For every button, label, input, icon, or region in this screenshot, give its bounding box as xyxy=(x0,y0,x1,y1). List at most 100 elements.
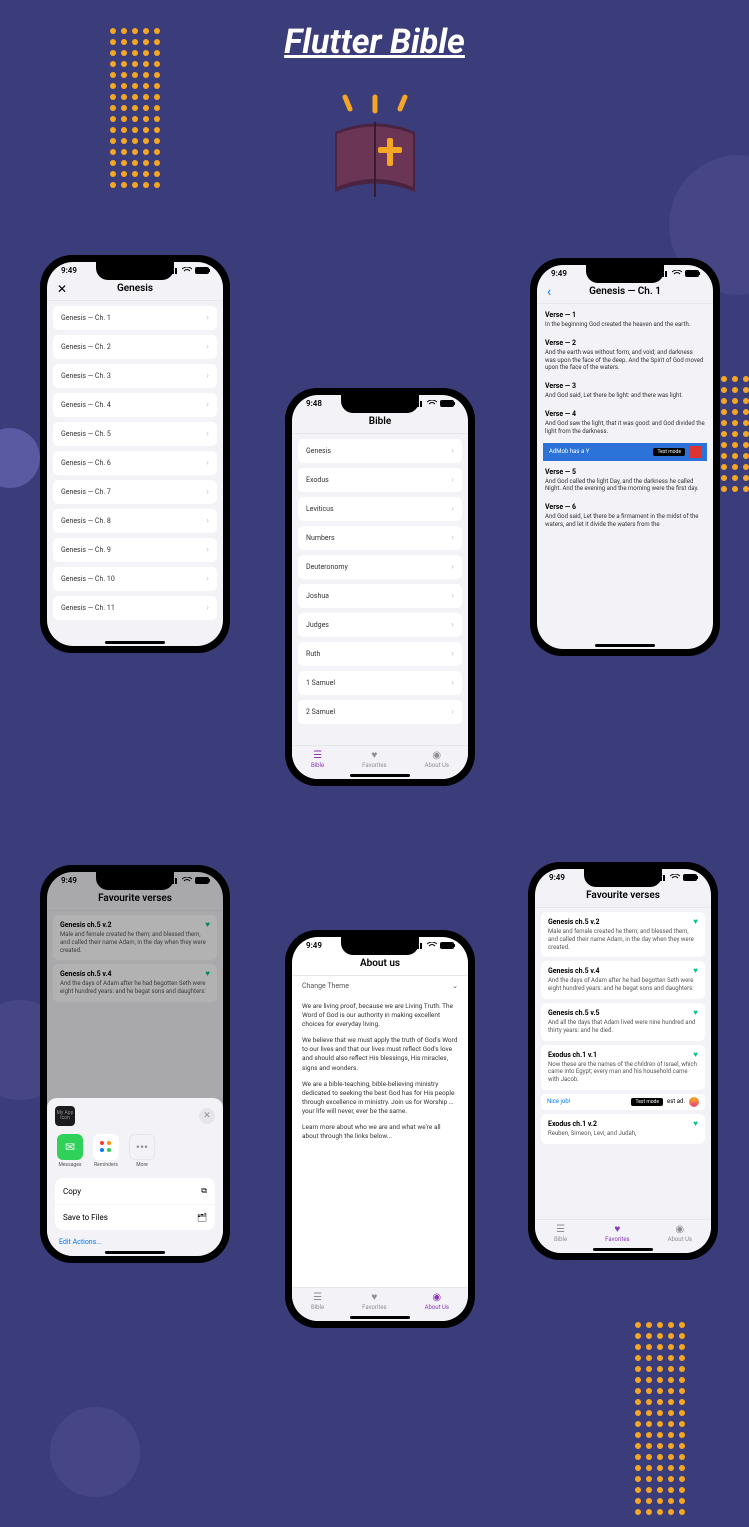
chevron-right-icon: › xyxy=(206,603,209,613)
favourite-verse[interactable]: Genesis ch.5 v.4And the days of Adam aft… xyxy=(541,961,705,999)
verse-text: And the days of Adam after he had begott… xyxy=(548,977,698,993)
chapter-row[interactable]: Genesis — Ch. 2› xyxy=(53,335,217,359)
tab-bible[interactable]: ☰Bible xyxy=(311,750,324,769)
chevron-right-icon: › xyxy=(206,458,209,468)
verse-item[interactable]: Verse — 2And the earth was without form,… xyxy=(543,336,707,375)
book-label: 2 Samuel xyxy=(306,708,335,716)
verse-item[interactable]: Verse — 5And God called the light Day, a… xyxy=(543,465,707,497)
chapter-row[interactable]: Genesis — Ch. 7› xyxy=(53,480,217,504)
verse-text: Male and female created he them; and ble… xyxy=(548,928,698,951)
favourite-verse[interactable]: Exodus ch.1 v.2Reuben, Simeon, Levi, and… xyxy=(541,1114,705,1144)
change-theme-row[interactable]: Change Theme ⌄ xyxy=(292,976,468,996)
chevron-right-icon: › xyxy=(451,707,454,717)
about-paragraph: We believe that we must apply the truth … xyxy=(302,1036,458,1072)
nav-title: About us xyxy=(360,958,400,969)
dots-decoration xyxy=(635,1322,685,1515)
about-paragraph: We are a bible-teaching, bible-believing… xyxy=(302,1080,458,1116)
book-label: Deuteronomy xyxy=(306,563,348,571)
chapter-row[interactable]: Genesis — Ch. 8› xyxy=(53,509,217,533)
favourite-verse[interactable]: Exodus ch.1 v.1Now these are the names o… xyxy=(541,1045,705,1090)
chapter-label: Genesis — Ch. 7 xyxy=(61,488,111,496)
tab-favorites[interactable]: ♥Favorites xyxy=(605,1224,629,1243)
book-label: Judges xyxy=(306,621,329,629)
book-row[interactable]: Deuteronomy› xyxy=(298,555,462,579)
chapter-row[interactable]: Genesis — Ch. 3 › xyxy=(53,364,217,388)
book-row[interactable]: Ruth › xyxy=(298,642,462,666)
verse-item[interactable]: Verse — 1In the beginning God created th… xyxy=(543,308,707,332)
chevron-right-icon: › xyxy=(206,545,209,555)
chevron-right-icon: › xyxy=(451,649,454,659)
back-icon[interactable]: ‹ xyxy=(547,284,551,300)
messages-icon: ✉ xyxy=(57,1134,83,1160)
share-app-messages[interactable]: ✉Messages xyxy=(57,1134,83,1168)
book-row[interactable]: 2 Samuel › xyxy=(298,700,462,724)
compass-icon: ◉ xyxy=(675,1224,684,1235)
chevron-right-icon: › xyxy=(206,313,209,323)
chapter-row[interactable]: Genesis — Ch. 5› xyxy=(53,422,217,446)
verse-text: And God said, Let there be a firmament i… xyxy=(545,513,705,529)
chapter-label: Genesis — Ch. 3 xyxy=(61,372,111,380)
chevron-right-icon: › xyxy=(206,400,209,410)
heart-icon[interactable]: ♥ xyxy=(693,966,698,975)
dots-decoration xyxy=(110,28,160,188)
close-icon[interactable]: ✕ xyxy=(199,1108,215,1124)
tab-about[interactable]: ◉About Us xyxy=(425,750,449,769)
verse-title: Verse — 3 xyxy=(545,382,705,390)
share-action-copy[interactable]: Copy⧉ xyxy=(55,1178,215,1205)
chapter-row[interactable]: Genesis — Ch. 6› xyxy=(53,451,217,475)
ad-banner[interactable]: AdMob has a YTest mode xyxy=(543,443,707,461)
chapter-label: Genesis — Ch. 5 xyxy=(61,430,111,438)
share-action-save[interactable]: Save to Files🗂 xyxy=(55,1205,215,1230)
status-time: 9:49 xyxy=(549,873,565,882)
more-icon: ••• xyxy=(129,1134,155,1160)
chapter-row[interactable]: Genesis — Ch. 11› xyxy=(53,596,217,620)
chapter-row[interactable]: Genesis — Ch. 1› xyxy=(53,306,217,330)
folder-icon: 🗂 xyxy=(197,1213,207,1222)
play-icon xyxy=(689,446,701,458)
book-label: Ruth xyxy=(306,650,320,658)
heart-icon: ♥ xyxy=(371,750,377,761)
heart-icon[interactable]: ♥ xyxy=(693,1119,698,1128)
verse-item[interactable]: Verse — 4And God saw the light, that it … xyxy=(543,407,707,439)
close-icon[interactable]: ✕ xyxy=(57,282,67,296)
tab-favorites[interactable]: ♥Favorites xyxy=(362,1292,386,1311)
about-paragraph: Learn more about who we are and what we'… xyxy=(302,1123,458,1141)
heart-icon[interactable]: ♥ xyxy=(693,1008,698,1017)
tab-bible[interactable]: ☰Bible xyxy=(311,1292,324,1311)
verse-title: Verse — 1 xyxy=(545,311,705,319)
verse-item[interactable]: Verse — 3And God said, Let there be ligh… xyxy=(543,379,707,403)
ad-banner[interactable]: Nice job!Test modeest ad. xyxy=(541,1094,705,1110)
verse-item[interactable]: Verse — 6 And God said, Let there be a fi… xyxy=(543,500,707,532)
chapter-label: Genesis — Ch. 10 xyxy=(61,575,115,583)
chevron-right-icon: › xyxy=(451,620,454,630)
book-row[interactable]: Numbers› xyxy=(298,526,462,550)
heart-icon[interactable]: ♥ xyxy=(693,917,698,926)
verse-title: Exodus ch.1 v.2 xyxy=(548,1120,698,1128)
favourite-verse[interactable]: Genesis ch.5 v.5And all the days that Ad… xyxy=(541,1003,705,1041)
share-app-reminders[interactable]: Reminders xyxy=(93,1134,119,1168)
chevron-right-icon: › xyxy=(206,371,209,381)
book-row[interactable]: Judges › xyxy=(298,613,462,637)
status-icons xyxy=(414,400,454,407)
verse-text: And all the days that Adam lived were ni… xyxy=(548,1019,698,1035)
tab-about[interactable]: ◉About Us xyxy=(668,1224,692,1243)
book-row[interactable]: Joshua› xyxy=(298,584,462,608)
chapter-row[interactable]: Genesis — Ch. 10› xyxy=(53,567,217,591)
chevron-right-icon: › xyxy=(206,342,209,352)
chevron-right-icon: › xyxy=(451,591,454,601)
book-row[interactable]: Leviticus› xyxy=(298,497,462,521)
verse-title: Verse — 6 xyxy=(545,503,705,511)
tab-about[interactable]: ◉About Us xyxy=(425,1292,449,1311)
tab-favorites[interactable]: ♥Favorites xyxy=(362,750,386,769)
chapter-row[interactable]: Genesis — Ch. 9› xyxy=(53,538,217,562)
heart-icon[interactable]: ♥ xyxy=(693,1050,698,1059)
book-row[interactable]: Exodus› xyxy=(298,468,462,492)
share-edit-actions[interactable]: Edit Actions... xyxy=(55,1230,215,1248)
share-app-more[interactable]: •••More xyxy=(129,1134,155,1168)
favourite-verse[interactable]: Genesis ch.5 v.2Male and female created … xyxy=(541,912,705,957)
chevron-right-icon: › xyxy=(451,446,454,456)
tab-bible[interactable]: ☰Bible xyxy=(554,1224,567,1243)
book-row[interactable]: Genesis› xyxy=(298,439,462,463)
book-row[interactable]: 1 Samuel› xyxy=(298,671,462,695)
chapter-row[interactable]: Genesis — Ch. 4› xyxy=(53,393,217,417)
